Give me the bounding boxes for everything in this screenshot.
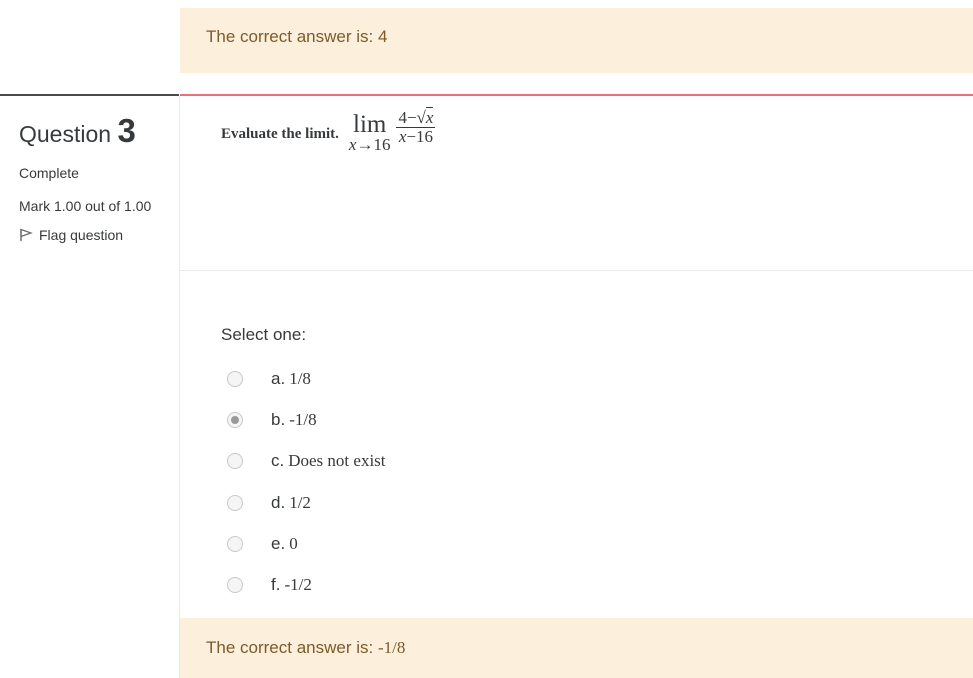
radio-c[interactable] [227,453,243,470]
feedback-value: -1/8 [377,638,406,657]
limit-expression: lim x→16 4−√x x−16 [348,106,436,154]
numerator: 4−√x [396,106,436,128]
answer-option-c[interactable]: c. Does not exist [227,441,386,482]
answer-option-f[interactable]: f. -1/2 [227,564,386,605]
feedback-value: 4 [377,27,388,46]
feedback-prefix: The correct answer is: [206,638,378,657]
flag-icon [20,228,33,241]
question-info-panel: Question 3 Complete Mark 1.00 out of 1.0… [19,114,169,244]
question-feedback: The correct answer is: -1/8 [180,618,973,678]
radio-b[interactable] [227,411,243,428]
content-separator [180,270,973,271]
question-content-divider [180,94,973,96]
radio-a[interactable] [227,370,243,387]
select-one-label: Select one: [221,325,307,344]
denominator: x−16 [398,126,434,146]
radio-e[interactable] [227,535,243,552]
question-grade: Mark 1.00 out of 1.00 [19,198,152,214]
previous-question-feedback: The correct answer is: 4 [180,8,973,73]
answer-option-e[interactable]: e. 0 [227,523,386,564]
answer-option-d[interactable]: d. 1/2 [227,482,386,523]
question-heading: Question 3 [19,114,169,151]
radio-f[interactable] [227,577,243,594]
question-label: Question [19,121,112,147]
question-text: Evaluate the limit. lim x→16 4−√x x−16 [221,106,436,154]
fraction: 4−√x x−16 [396,106,436,146]
radio-d[interactable] [227,494,243,511]
flag-question-label: Flag question [39,227,124,243]
sqrt-icon: √ [416,107,426,127]
column-divider [179,96,180,678]
lim-subscript: x→16 [348,135,391,154]
question-state: Complete [19,165,79,181]
flag-question-link[interactable]: Flag question [19,227,169,243]
answer-options: a. 1/8 b. -1/8 c. Does not exist d. 1/2 e. 0 … [227,358,386,606]
lim-word: lim [353,111,387,138]
answer-option-a[interactable]: a. 1/8 [227,358,386,399]
question-prompt: Evaluate the limit. [221,125,339,142]
question-info-divider [0,94,179,96]
question-number: 3 [117,112,136,149]
answer-option-b[interactable]: b. -1/8 [227,399,386,440]
feedback-prefix: The correct answer is: [206,27,378,46]
